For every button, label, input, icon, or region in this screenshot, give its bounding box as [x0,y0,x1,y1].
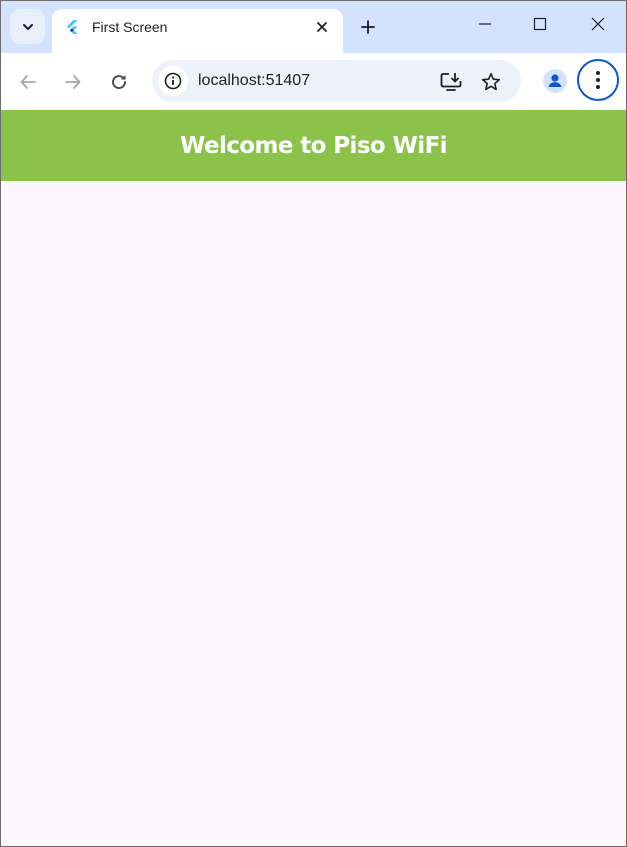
back-button[interactable] [11,65,45,99]
tab-search-button[interactable] [10,9,45,44]
app-bar: Welcome to Piso WiFi [1,110,626,181]
address-bar[interactable]: localhost:51407 [152,60,521,102]
info-icon [164,72,182,90]
browser-toolbar: localhost:51407 [1,53,626,111]
install-app-button[interactable] [438,69,464,95]
forward-button[interactable] [56,65,90,99]
window-close-button[interactable] [583,9,613,39]
more-vertical-icon [596,71,600,89]
maximize-button[interactable] [525,9,555,39]
install-desktop-icon [440,73,462,91]
tab-strip: First Screen [1,1,626,53]
browser-window: First Screen localhost:51407 Welcome to … [0,0,627,847]
reload-button[interactable] [102,65,136,99]
chevron-down-icon [22,23,33,30]
page-body [1,181,626,846]
close-icon [591,17,605,31]
url-text: localhost:51407 [198,72,311,89]
tab-title: First Screen [92,19,168,35]
profile-button[interactable] [539,65,571,97]
avatar-icon [543,69,567,93]
reload-icon [112,75,126,89]
new-tab-button[interactable] [355,14,381,40]
close-icon [317,22,327,32]
flutter-icon [67,20,78,34]
plus-icon [361,20,375,34]
minimize-button[interactable] [470,9,500,39]
tab-close-button[interactable] [311,16,333,38]
browser-menu-button[interactable] [577,59,619,101]
minimize-icon [479,23,491,25]
maximize-icon [533,17,547,31]
arrow-left-icon [20,75,36,89]
bookmark-button[interactable] [478,69,504,95]
active-tab[interactable]: First Screen [52,9,343,53]
page-title: Welcome to Piso WiFi [180,132,448,159]
arrow-right-icon [65,75,81,89]
site-info-button[interactable] [158,66,188,96]
star-icon [481,73,501,91]
